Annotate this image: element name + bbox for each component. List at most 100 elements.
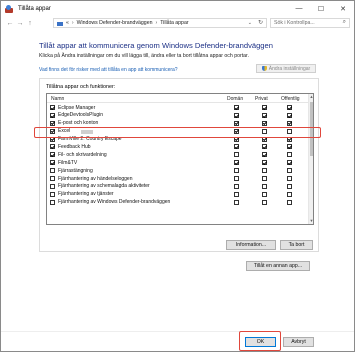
breadcrumb[interactable]: « › Windows Defender-brandväggen › Tillå… [53,18,267,28]
app-enabled-checkbox[interactable] [50,152,55,158]
breadcrumb-overflow[interactable]: « [66,20,69,26]
private-checkbox[interactable] [262,136,267,142]
breadcrumb-allowed-apps[interactable]: Tillåta appar [160,20,188,26]
column-name[interactable]: Namn [51,96,64,102]
search-input[interactable]: Sök i Kontrollpa... ⌕ [270,18,350,28]
column-private[interactable]: Privat [255,96,268,102]
app-enabled-checkbox[interactable] [50,183,55,189]
cancel-button[interactable]: Avbryt [283,337,314,347]
app-enabled-checkbox[interactable] [50,199,55,205]
group-title: Tillåtna appar och funktioner: [46,84,116,90]
list-scrollbar[interactable]: ▲ ▼ [308,94,313,224]
app-row[interactable]: Fjärrhantering av schemalagda aktivitete… [47,183,309,191]
domain-checkbox[interactable] [234,168,239,174]
allowed-apps-list[interactable]: Namn Domän Privat Offentlig Eclipse Mana… [46,93,314,225]
close-button[interactable]: ✕ [332,1,354,16]
page-description: Klicka på Ändra inställningar om du vill… [39,53,249,59]
private-checkbox[interactable] [262,144,267,150]
app-row[interactable]: FarmVille 2: Country Escape [47,136,309,144]
change-settings-button[interactable]: Ändra inställningar [256,64,316,73]
list-header: Namn Domän Privat Offentlig [47,94,309,103]
app-row[interactable]: Fil- och skrivardelning [47,151,309,159]
refresh-icon[interactable]: ↻ [258,19,263,26]
private-checkbox[interactable] [262,183,267,189]
risk-info-link[interactable]: Vad finns det för risker med att tillåta… [39,67,178,73]
app-enabled-checkbox[interactable] [50,105,55,110]
information-button[interactable]: Information... [226,240,276,250]
domain-checkbox[interactable] [234,199,239,205]
scroll-up-icon[interactable]: ▲ [309,94,313,100]
app-enabled-checkbox[interactable] [50,136,55,142]
public-checkbox[interactable] [287,128,292,134]
domain-checkbox[interactable] [234,144,239,150]
public-checkbox[interactable] [287,112,292,118]
allow-another-app-button[interactable]: Tillåt en annan app... [246,261,310,271]
up-arrow-icon[interactable]: ↑ [25,17,35,29]
domain-checkbox[interactable] [234,176,239,182]
domain-checkbox[interactable] [234,120,239,126]
public-checkbox[interactable] [287,183,292,189]
private-checkbox[interactable] [262,152,267,158]
remove-button[interactable]: Ta bort [280,240,313,250]
public-checkbox[interactable] [287,144,292,150]
app-row[interactable]: Excel [47,128,309,136]
app-enabled-checkbox[interactable] [50,191,55,197]
app-row[interactable]: Film&TV [47,159,309,167]
column-public[interactable]: Offentlig [281,96,300,102]
private-checkbox[interactable] [262,191,267,197]
public-checkbox[interactable] [287,160,292,166]
public-checkbox[interactable] [287,120,292,126]
search-icon[interactable]: ⌕ [343,19,346,26]
domain-checkbox[interactable] [234,191,239,197]
domain-checkbox[interactable] [234,183,239,189]
breadcrumb-firewall[interactable]: Windows Defender-brandväggen [77,20,153,26]
public-checkbox[interactable] [287,176,292,182]
app-enabled-checkbox[interactable] [50,128,55,134]
app-enabled-checkbox[interactable] [50,160,55,166]
domain-checkbox[interactable] [234,128,239,134]
app-row[interactable]: EdgeDevtoolsPlugin [47,112,309,120]
app-row[interactable]: Fjärrhantering av Windows Defender-brand… [47,199,309,207]
app-row[interactable]: Eclipse Manager [47,104,309,112]
domain-checkbox[interactable] [234,105,239,110]
ok-button[interactable]: OK [245,337,276,347]
private-checkbox[interactable] [262,176,267,182]
chevron-down-icon[interactable]: ⌄ [248,20,252,26]
scroll-down-icon[interactable]: ▼ [309,218,313,224]
private-checkbox[interactable] [262,105,267,110]
public-checkbox[interactable] [287,152,292,158]
public-checkbox[interactable] [287,105,292,110]
public-checkbox[interactable] [287,136,292,142]
domain-checkbox[interactable] [234,136,239,142]
domain-checkbox[interactable] [234,160,239,166]
breadcrumb-separator: › [155,20,158,26]
app-enabled-checkbox[interactable] [50,120,55,126]
scroll-thumb[interactable] [310,102,313,156]
app-row[interactable]: E-post och konton [47,120,309,128]
app-enabled-checkbox[interactable] [50,168,55,174]
private-checkbox[interactable] [262,112,267,118]
column-domain[interactable]: Domän [227,96,243,102]
maximize-button[interactable]: ☐ [310,1,332,16]
private-checkbox[interactable] [262,199,267,205]
app-row[interactable]: Fjärrhantering av tjänster [47,191,309,199]
back-arrow-icon[interactable]: ← [5,17,15,29]
app-row[interactable]: Fjärrhantering av händelseloggen [47,175,309,183]
public-checkbox[interactable] [287,168,292,174]
private-checkbox[interactable] [262,168,267,174]
app-enabled-checkbox[interactable] [50,144,55,150]
app-row[interactable]: Fjärrastängning [47,167,309,175]
domain-checkbox[interactable] [234,152,239,158]
private-checkbox[interactable] [262,160,267,166]
domain-checkbox[interactable] [234,112,239,118]
private-checkbox[interactable] [262,120,267,126]
public-checkbox[interactable] [287,191,292,197]
private-checkbox[interactable] [262,128,267,134]
forward-arrow-icon[interactable]: → [15,17,25,29]
minimize-button[interactable]: — [288,1,310,16]
app-row[interactable]: Feedback Hub [47,143,309,151]
app-enabled-checkbox[interactable] [50,112,55,118]
public-checkbox[interactable] [287,199,292,205]
app-enabled-checkbox[interactable] [50,176,55,182]
redacted-text [81,129,93,134]
